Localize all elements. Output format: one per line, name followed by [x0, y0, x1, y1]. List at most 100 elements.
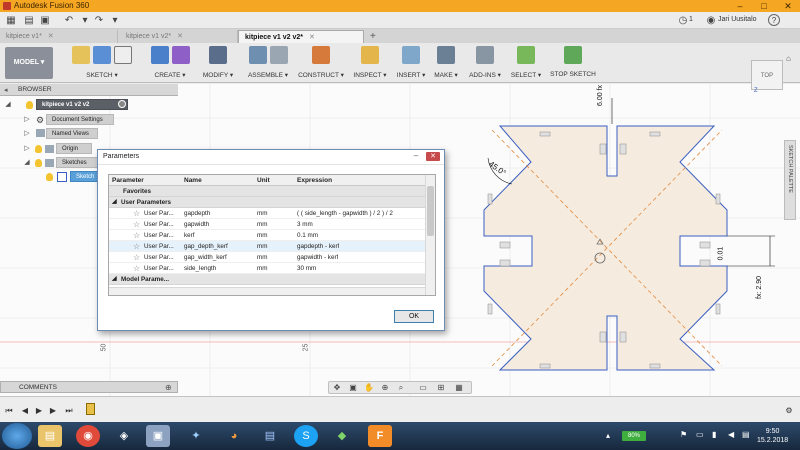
collapse-section-icon[interactable]: ◢ — [112, 274, 117, 285]
param-name-cell[interactable]: gap_width_kerf — [184, 252, 227, 263]
flag-icon[interactable]: ⚑ — [680, 430, 687, 439]
battery-indicator[interactable]: 80% — [622, 431, 646, 441]
add-comment-icon[interactable]: ⊕ — [165, 383, 172, 392]
browser-item-document-settings[interactable]: Document Settings — [46, 114, 114, 125]
skype-icon[interactable]: S — [294, 425, 318, 447]
visibility-bulb-icon[interactable] — [26, 101, 33, 109]
home-view-icon[interactable]: ⌂ — [786, 54, 791, 63]
insert-group[interactable]: INSERT ▾ — [394, 46, 428, 80]
param-unit-cell[interactable]: mm — [257, 263, 268, 274]
fusion-360-taskbar-icon[interactable]: F — [368, 425, 392, 447]
browser-item-sketch[interactable]: Sketch — [70, 171, 100, 182]
view-cube[interactable]: TOP — [751, 60, 783, 90]
model-parameters-section-row[interactable]: ◢ Model Parame... — [109, 274, 435, 285]
keyboard-icon[interactable]: ▤ — [742, 430, 750, 439]
viewports-icon[interactable]: ▦ — [453, 383, 465, 393]
user-parameters-section-row[interactable]: ◢ User Parameters — [109, 197, 435, 208]
column-header-parameter[interactable]: Parameter — [112, 175, 144, 186]
zoom-icon[interactable]: ⊕ — [379, 383, 391, 393]
network-icon[interactable]: ▮ — [712, 430, 716, 439]
data-panel-icon[interactable]: ▦ — [4, 14, 18, 27]
pan-icon[interactable]: ✋ — [363, 383, 375, 393]
collapse-section-icon[interactable]: ◢ — [112, 197, 117, 208]
expand-origin-icon[interactable]: ▷ — [23, 145, 31, 153]
create-group[interactable]: CREATE ▾ — [146, 46, 194, 80]
user-name[interactable]: Jari Uusitalo — [718, 16, 757, 23]
select-group[interactable]: SELECT ▾ — [508, 46, 544, 80]
table-row[interactable]: ☆ User Par... gapdepth mm ( ( side_lengt… — [109, 208, 435, 219]
browser-item-named-views[interactable]: Named Views — [46, 128, 98, 139]
close-tab-icon[interactable]: ✕ — [309, 34, 315, 41]
table-row[interactable]: ☆ User Par... side_length mm 30 mm — [109, 263, 435, 274]
param-expression-cell[interactable]: gapdepth - kerf — [297, 241, 339, 252]
favorite-star-icon[interactable]: ☆ — [133, 208, 140, 219]
remote-app-icon[interactable]: ▤ — [258, 425, 282, 447]
dialog-minimize-button[interactable]: – — [410, 152, 422, 161]
favorite-star-icon[interactable]: ☆ — [133, 241, 140, 252]
column-header-expression[interactable]: Expression — [297, 175, 332, 186]
tab-kitpiece-v1[interactable]: kitpiece v1* ✕ — [0, 30, 118, 43]
go-to-start-icon[interactable]: ⏮ — [4, 406, 14, 416]
collapse-sketches-icon[interactable]: ◢ — [23, 159, 31, 167]
param-name-cell[interactable]: gapdepth — [184, 208, 210, 219]
new-tab-icon[interactable]: + — [370, 31, 376, 42]
construct-group[interactable]: CONSTRUCT ▾ — [296, 46, 346, 80]
visibility-bulb-icon[interactable] — [35, 145, 42, 153]
table-row[interactable]: ☆ User Par... gap_depth_kerf mm gapdepth… — [109, 241, 435, 252]
favorite-star-icon[interactable]: ☆ — [133, 230, 140, 241]
app-icon[interactable]: ▣ — [146, 425, 170, 447]
param-name-cell[interactable]: gap_depth_kerf — [184, 241, 228, 252]
column-header-unit[interactable]: Unit — [257, 175, 270, 186]
param-expression-cell[interactable]: ( ( side_length - gapwidth ) / 2 ) / 2 — [297, 208, 393, 219]
favorites-section-row[interactable]: Favorites — [109, 186, 435, 197]
editor-icon[interactable]: ◆ — [330, 425, 354, 447]
close-tab-icon[interactable]: ✕ — [177, 33, 183, 40]
minimize-button[interactable]: – — [728, 0, 752, 12]
table-row[interactable]: ☆ User Par... gapwidth mm 3 mm — [109, 219, 435, 230]
user-avatar-icon[interactable]: ◉ — [704, 14, 718, 27]
param-unit-cell[interactable]: mm — [257, 241, 268, 252]
param-expression-cell[interactable]: 0.1 mm — [297, 230, 318, 241]
assemble-group[interactable]: ASSEMBLE ▾ — [244, 46, 292, 80]
visibility-bulb-icon[interactable] — [35, 159, 42, 167]
dimension-right[interactable]: 0.01 — [717, 247, 724, 261]
job-status-icon[interactable]: ◷ — [676, 14, 690, 27]
add-ins-group[interactable]: ADD-INS ▾ — [466, 46, 504, 80]
browser-item-sketches[interactable]: Sketches — [56, 157, 98, 168]
file-menu-icon[interactable]: ▤ — [22, 14, 36, 27]
horizontal-scrollbar[interactable] — [109, 287, 425, 295]
maximize-button[interactable]: □ — [752, 0, 776, 12]
ok-button[interactable]: OK — [394, 310, 434, 323]
inspect-group[interactable]: INSPECT ▾ — [350, 46, 390, 80]
make-group[interactable]: MAKE ▾ — [430, 46, 462, 80]
dialog-close-button[interactable]: ✕ — [426, 152, 440, 161]
dimension-top[interactable]: 6.00 fx — [597, 85, 604, 106]
param-name-cell[interactable]: kerf — [184, 230, 195, 241]
vertical-scrollbar[interactable] — [425, 175, 435, 295]
dimension-right-fx[interactable]: fx: 2.90 — [756, 276, 763, 299]
collapse-browser-icon[interactable]: ◂ — [4, 86, 8, 94]
table-row[interactable]: ☆ User Par... gap_width_kerf mm gapwidth… — [109, 252, 435, 263]
expand-root-icon[interactable]: ◢ — [4, 101, 12, 109]
param-unit-cell[interactable]: mm — [257, 230, 268, 241]
browser-root-node[interactable]: kitpiece v1 v2 v2 — [36, 99, 128, 110]
help-icon[interactable]: ? — [768, 14, 780, 26]
grid-snaps-icon[interactable]: ⊞ — [435, 383, 447, 393]
activate-component-icon[interactable] — [118, 100, 126, 108]
undo-dropdown-icon[interactable]: ▾ — [78, 14, 92, 27]
modify-group[interactable]: MODIFY ▾ — [198, 46, 238, 80]
favorite-star-icon[interactable]: ☆ — [133, 219, 140, 230]
tab-kitpiece-v1-v2-v2[interactable]: kitpiece v1 v2 v2* ✕ — [238, 30, 364, 43]
column-header-name[interactable]: Name — [184, 175, 202, 186]
save-icon[interactable]: ▣ — [38, 14, 52, 27]
param-unit-cell[interactable]: mm — [257, 208, 268, 219]
sketch-palette-tab[interactable]: SKETCH PALETTE — [784, 140, 796, 220]
param-expression-cell[interactable]: 30 mm — [297, 263, 316, 274]
orbit-icon[interactable]: ✥ — [331, 383, 343, 393]
timeline-sketch-marker[interactable] — [86, 403, 95, 415]
expand-document-settings-icon[interactable]: ▷ — [23, 116, 31, 124]
dialog-title-bar[interactable]: Parameters – ✕ — [98, 150, 444, 165]
param-name-cell[interactable]: gapwidth — [184, 219, 209, 230]
comments-panel-header[interactable]: COMMENTS ⊕ — [0, 381, 178, 393]
close-tab-icon[interactable]: ✕ — [48, 33, 54, 40]
